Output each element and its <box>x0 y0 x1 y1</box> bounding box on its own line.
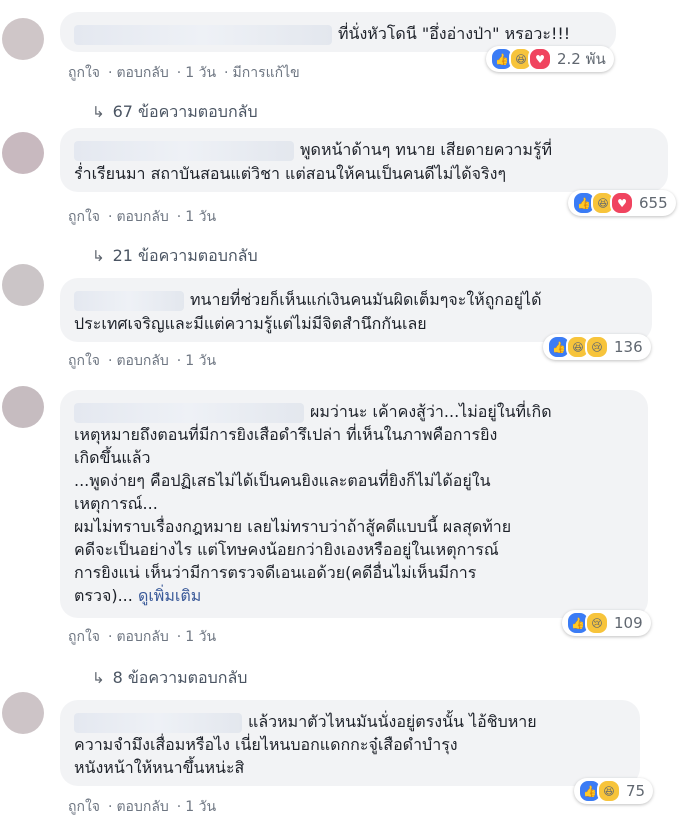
reaction-summary[interactable]: 👍 😢 109 <box>562 610 651 636</box>
reaction-count: 2.2 พัน <box>557 50 606 68</box>
reaction-summary[interactable]: 👍 😆 ♥ 2.2 พัน <box>486 46 614 72</box>
comment-bubble: แล้วหมาตัวไหนมันนั่งอยู่ตรงนั้น ไอ้ชิบหา… <box>60 700 640 786</box>
timestamp[interactable]: 1 วัน <box>185 799 216 815</box>
comment-text-line: ตรวจ)... <box>74 586 133 605</box>
view-replies-link[interactable]: ↳ 8 ข้อความตอบกลับ <box>92 666 247 691</box>
comment-text: ที่นั่งหัวโดนี "อึ่งอ่างป่า" หรอวะ!!! <box>338 24 571 43</box>
commenter-name-blurred[interactable] <box>74 140 294 161</box>
edited-label[interactable]: มีการแก้ไข <box>233 65 300 81</box>
comment-actions: ถูกใจ · ตอบกลับ · 1 วัน <box>68 209 217 225</box>
comment-text-line: หนังหน้าให้หนาขึ้นหน่ะสิ <box>74 758 245 777</box>
commenter-name-blurred[interactable] <box>74 24 332 45</box>
commenter-name-blurred[interactable] <box>74 712 242 733</box>
like-link[interactable]: ถูกใจ <box>68 353 100 369</box>
avatar[interactable] <box>2 132 44 174</box>
like-link[interactable]: ถูกใจ <box>68 65 100 81</box>
reaction-count: 136 <box>614 338 643 356</box>
commenter-name-blurred[interactable] <box>74 290 184 311</box>
comment-text: แล้วหมาตัวไหนมันนั่งอยู่ตรงนั้น ไอ้ชิบหา… <box>248 712 537 731</box>
comment-text: ทนายที่ช่วยก็เห็นแก่เงินคนมันผิดเต็มๆจะใ… <box>190 290 542 309</box>
comment-text-line: เกิดขึ้นแล้ว <box>74 448 151 467</box>
timestamp[interactable]: 1 วัน <box>185 353 216 369</box>
comment-text-line: เหตุการณ์... <box>74 494 158 513</box>
see-more-link[interactable]: ดูเพิ่มเติม <box>138 586 201 605</box>
timestamp[interactable]: 1 วัน <box>185 209 216 225</box>
reply-link[interactable]: ตอบกลับ <box>116 65 168 81</box>
comment-text-line: เหตุหมายถึงตอนที่มีการยิงเสือดำรึเปล่า ท… <box>74 425 498 444</box>
comment-actions: ถูกใจ · ตอบกลับ · 1 วัน <box>68 353 217 369</box>
view-replies-link[interactable]: ↳ 21 ข้อความตอบกลับ <box>92 244 258 269</box>
reaction-summary[interactable]: 👍 😆 ♥ 655 <box>568 190 676 216</box>
comment-bubble: พูดหน้าด้านๆ ทนาย เสียดายความรู้ที่ ร่ำเ… <box>60 128 668 192</box>
like-link[interactable]: ถูกใจ <box>68 629 100 645</box>
timestamp[interactable]: 1 วัน <box>185 629 216 645</box>
reply-arrow-icon: ↳ <box>92 669 105 687</box>
sad-icon: 😢 <box>585 335 609 359</box>
reaction-count: 75 <box>626 782 646 800</box>
comment-text-line: ประเทศเจริญและมีแต่ความรู้แต่ไม่มีจิตสำน… <box>74 314 427 333</box>
love-icon: ♥ <box>610 191 634 215</box>
comment-text-line: ความจำมึงเสื่อมหรือไง เนี่ยไหนบอกแดกกะจู… <box>74 735 458 754</box>
comment-text-line: ...พูดง่ายๆ คือปฏิเสธไม่ได้เป็นคนยิงและต… <box>74 471 491 490</box>
comment-actions: ถูกใจ · ตอบกลับ · 1 วัน · มีการแก้ไข <box>68 65 300 81</box>
timestamp[interactable]: 1 วัน <box>185 65 216 81</box>
reaction-count: 109 <box>614 614 643 632</box>
comment-bubble: ผมว่านะ เค้าคงสู้ว่า...ไม่อยู่ในที่เกิด … <box>60 390 648 618</box>
reply-link[interactable]: ตอบกลับ <box>116 353 168 369</box>
view-replies-link[interactable]: ↳ 67 ข้อความตอบกลับ <box>92 100 258 125</box>
haha-icon: 😆 <box>597 779 621 803</box>
comment-text: พูดหน้าด้านๆ ทนาย เสียดายความรู้ที่ <box>300 140 553 159</box>
sad-icon: 😢 <box>585 611 609 635</box>
commenter-name-blurred[interactable] <box>74 402 304 423</box>
reaction-summary[interactable]: 👍 😆 75 <box>574 778 654 804</box>
avatar[interactable] <box>2 386 44 428</box>
avatar[interactable] <box>2 692 44 734</box>
comment-actions: ถูกใจ · ตอบกลับ · 1 วัน <box>68 799 217 815</box>
reply-arrow-icon: ↳ <box>92 103 105 121</box>
reaction-count: 655 <box>639 194 668 212</box>
comment-text-line: ผมไม่ทราบเรื่องกฎหมาย เลยไม่ทราบว่าถ้าสู… <box>74 517 512 536</box>
comment-actions: ถูกใจ · ตอบกลับ · 1 วัน <box>68 629 217 645</box>
love-icon: ♥ <box>528 47 552 71</box>
comment-bubble: ทนายที่ช่วยก็เห็นแก่เงินคนมันผิดเต็มๆจะใ… <box>60 278 652 342</box>
comment-text-line: คดีจะเป็นอย่างไร แต่โทษคงน้อยกว่ายิงเองห… <box>74 540 499 559</box>
reply-link[interactable]: ตอบกลับ <box>116 799 168 815</box>
reply-link[interactable]: ตอบกลับ <box>116 629 168 645</box>
like-link[interactable]: ถูกใจ <box>68 799 100 815</box>
avatar[interactable] <box>2 18 44 60</box>
comment-text-line: ร่ำเรียนมา สถาบันสอนแต่วิชา แต่สอนให้คนเ… <box>74 164 507 183</box>
reply-arrow-icon: ↳ <box>92 247 105 265</box>
comment-text-line: การยิงแน่ เห็นว่ามีการตรวจดีเอนเอด้วย(คด… <box>74 563 477 582</box>
avatar[interactable] <box>2 264 44 306</box>
reply-link[interactable]: ตอบกลับ <box>116 209 168 225</box>
reaction-summary[interactable]: 👍 😆 😢 136 <box>543 334 651 360</box>
like-link[interactable]: ถูกใจ <box>68 209 100 225</box>
comment-text: ผมว่านะ เค้าคงสู้ว่า...ไม่อยู่ในที่เกิด <box>310 402 552 421</box>
